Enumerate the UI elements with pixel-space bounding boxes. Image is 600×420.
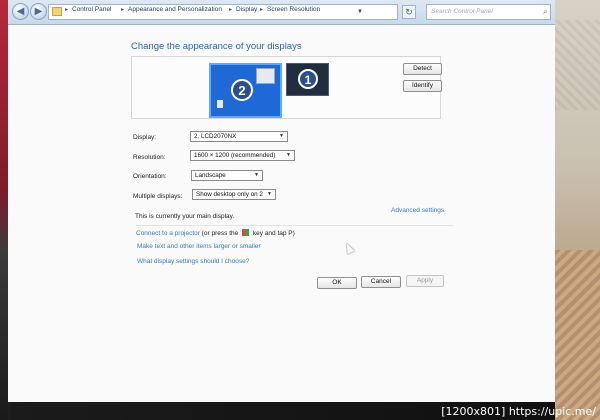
monitor-bezel-left — [0, 0, 8, 420]
curtain-pattern — [555, 20, 600, 110]
multiple-displays-select[interactable]: Show desktop only on 2 ▼ — [192, 189, 276, 200]
chevron-down-icon: ▼ — [279, 133, 284, 139]
explorer-titlebar: ◀ ▶ ▸ Control Panel ▸ Appearance and Per… — [8, 0, 555, 25]
advanced-settings-link[interactable]: Advanced settings — [391, 207, 444, 214]
multiple-displays-select-value: Show desktop only on 2 — [196, 191, 263, 198]
window-thumbnail — [217, 100, 223, 108]
breadcrumb-display[interactable]: Display — [236, 6, 257, 13]
main-display-text: This is currently your main display. — [135, 213, 235, 220]
breadcrumb-separator-icon: ▸ — [229, 7, 233, 13]
page-title: Change the appearance of your displays — [131, 41, 302, 52]
address-dropdown-icon[interactable]: ▼ — [354, 4, 366, 20]
cancel-button[interactable]: Cancel — [361, 276, 401, 288]
orientation-select-value: Landscape — [195, 172, 226, 179]
window-thumbnail — [256, 68, 275, 84]
projector-line: Connect to a projector (or press the key… — [136, 229, 295, 237]
back-button[interactable]: ◀ — [12, 3, 29, 20]
monitor-number-badge: 2 — [231, 79, 253, 101]
section-divider — [136, 225, 454, 226]
resolution-select-value: 1600 × 1200 (recommended) — [194, 152, 276, 159]
text-size-link[interactable]: Make text and other items larger or smal… — [137, 243, 261, 250]
search-icon[interactable]: ⌕ — [543, 7, 547, 17]
display-select-value: 2. LCD2070NX — [194, 133, 237, 140]
control-panel-icon — [52, 7, 62, 16]
display-help-link[interactable]: What display settings should I choose? — [137, 258, 249, 265]
multiple-displays-label: Multiple displays: — [133, 193, 183, 200]
breadcrumb-separator-icon: ▸ — [260, 7, 264, 13]
monitor-1-thumbnail[interactable]: 1 — [286, 63, 329, 96]
monitor-arrangement-panel: 2 1 Detect Identify — [131, 56, 442, 119]
search-placeholder: Search Control Panel — [431, 8, 493, 15]
identify-button[interactable]: Identify — [403, 80, 442, 92]
rug-pattern — [555, 250, 600, 420]
breadcrumb-appearance[interactable]: Appearance and Personalization — [128, 6, 222, 13]
breadcrumb-control-panel[interactable]: Control Panel — [72, 6, 111, 13]
chevron-down-icon: ▼ — [254, 172, 259, 178]
watermark-text: [1200x801] https://upic.me/ — [441, 405, 596, 418]
forward-button[interactable]: ▶ — [30, 3, 47, 20]
display-select[interactable]: 2. LCD2070NX ▼ — [190, 131, 288, 142]
address-bar[interactable]: ▸ Control Panel ▸ Appearance and Persona… — [48, 4, 398, 20]
breadcrumb-separator-icon: ▸ — [121, 7, 125, 13]
windows-key-icon — [242, 229, 250, 236]
chevron-down-icon: ▼ — [267, 191, 272, 197]
screen-resolution-window: ◀ ▶ ▸ Control Panel ▸ Appearance and Per… — [8, 0, 555, 402]
orientation-label: Orientation: — [133, 173, 167, 180]
resolution-label: Resolution: — [133, 154, 166, 161]
chevron-down-icon: ▼ — [286, 152, 291, 158]
photo-background: ◀ ▶ ▸ Control Panel ▸ Appearance and Per… — [0, 0, 600, 420]
ok-button[interactable]: OK — [317, 277, 357, 289]
monitor-2-thumbnail[interactable]: 2 — [209, 63, 282, 118]
breadcrumb-separator-icon: ▸ — [65, 7, 69, 13]
resolution-select[interactable]: 1600 × 1200 (recommended) ▼ — [190, 150, 295, 161]
connect-projector-link[interactable]: Connect to a projector — [136, 230, 200, 237]
orientation-select[interactable]: Landscape ▼ — [191, 170, 263, 181]
apply-button[interactable]: Apply — [406, 275, 444, 287]
projector-hint-b: key and tap P) — [251, 230, 295, 237]
detect-button[interactable]: Detect — [403, 63, 442, 75]
monitor-number-badge: 1 — [298, 69, 318, 89]
refresh-icon[interactable]: ↻ — [402, 5, 416, 19]
search-input[interactable]: Search Control Panel ⌕ — [426, 4, 551, 20]
projector-hint-a: (or press the — [199, 230, 241, 237]
breadcrumb-screen-resolution[interactable]: Screen Resolution — [267, 6, 320, 13]
mouse-cursor-icon — [343, 241, 355, 255]
room-background — [555, 0, 600, 420]
display-label: Display: — [133, 134, 157, 141]
